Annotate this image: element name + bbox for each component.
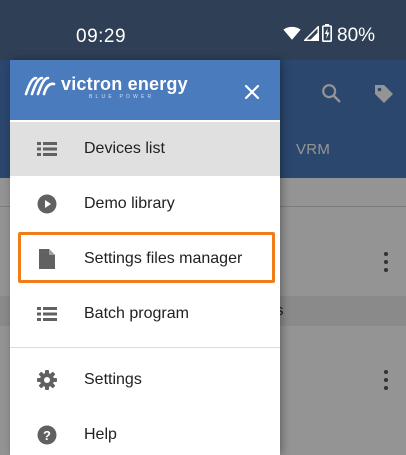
menu-item-batch-program[interactable]: Batch program bbox=[10, 287, 280, 341]
list-icon bbox=[36, 303, 58, 325]
menu-item-label: Settings bbox=[84, 371, 142, 388]
battery-icon bbox=[322, 24, 332, 47]
list-icon bbox=[36, 138, 58, 160]
status-bar: 09:29 80% bbox=[0, 0, 406, 60]
victron-energy-logo: victron energy BLUE POWER bbox=[24, 74, 188, 100]
drawer-divider bbox=[10, 347, 280, 348]
menu-item-settings-files-manager[interactable]: Settings files manager bbox=[10, 232, 280, 286]
menu-item-label: Help bbox=[84, 426, 117, 443]
menu-item-label: Devices list bbox=[84, 140, 165, 157]
navigation-drawer: victron energy BLUE POWER Devices list D… bbox=[10, 60, 280, 455]
victron-mark-icon bbox=[24, 76, 56, 96]
menu-item-help[interactable]: ? Help bbox=[10, 408, 280, 455]
menu-item-label: Batch program bbox=[84, 305, 189, 322]
play-circle-icon bbox=[36, 193, 58, 215]
menu-item-demo-library[interactable]: Demo library bbox=[10, 177, 280, 231]
wifi-icon bbox=[283, 25, 301, 46]
signal-icon bbox=[302, 24, 319, 46]
menu-item-devices-list[interactable]: Devices list bbox=[10, 122, 280, 176]
battery-percentage: 80% bbox=[337, 24, 376, 46]
file-icon bbox=[36, 248, 58, 270]
close-drawer-button[interactable] bbox=[238, 78, 266, 106]
help-circle-icon: ? bbox=[36, 424, 58, 446]
brand-name: victron energy bbox=[61, 74, 188, 94]
status-time: 09:29 bbox=[76, 26, 127, 47]
menu-item-label: Demo library bbox=[84, 195, 175, 212]
brand-tagline: BLUE POWER bbox=[89, 94, 155, 100]
drawer-header: victron energy BLUE POWER bbox=[10, 60, 280, 120]
menu-item-settings[interactable]: Settings bbox=[10, 353, 280, 407]
close-icon bbox=[244, 84, 260, 100]
gear-icon bbox=[36, 369, 58, 391]
status-icons: 80% bbox=[283, 24, 375, 47]
svg-text:?: ? bbox=[43, 428, 51, 443]
menu-item-label: Settings files manager bbox=[84, 250, 243, 267]
